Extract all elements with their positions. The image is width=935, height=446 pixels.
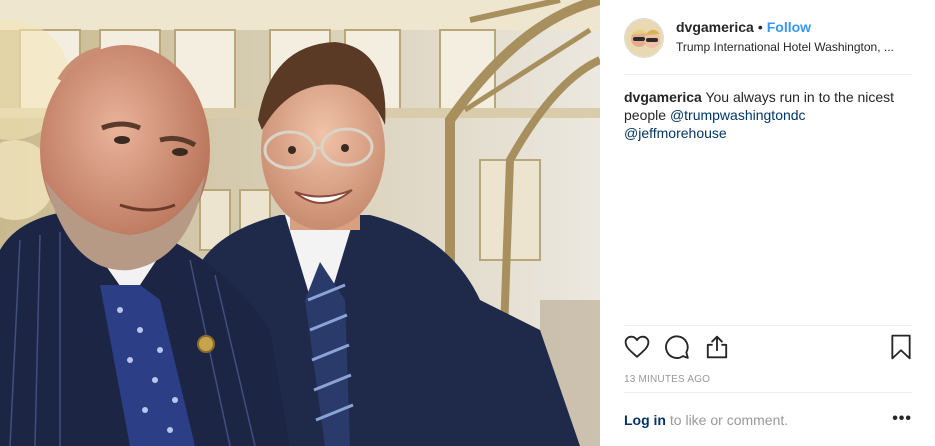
post-timestamp[interactable]: 13 MINUTES AGO bbox=[624, 374, 710, 385]
like-button[interactable] bbox=[624, 334, 650, 360]
login-row: Log in to like or comment. ••• bbox=[624, 410, 912, 428]
comment-button[interactable] bbox=[664, 334, 690, 360]
save-button[interactable] bbox=[888, 334, 914, 360]
post-photo[interactable] bbox=[0, 0, 600, 446]
selfie-image bbox=[0, 0, 600, 446]
login-link[interactable]: Log in bbox=[624, 412, 666, 428]
mention-link[interactable]: @jeffmorehouse bbox=[624, 125, 727, 141]
bookmark-icon bbox=[891, 334, 911, 360]
instagram-post: dvgamerica • Follow Trump International Ho… bbox=[0, 0, 935, 446]
login-prompt-text: to like or comment. bbox=[669, 412, 789, 428]
location-link[interactable]: Trump International Hotel Washington, ..… bbox=[676, 40, 916, 54]
separator-dot: • bbox=[757, 19, 763, 35]
follow-button[interactable]: Follow bbox=[767, 19, 811, 35]
post-caption: dvgamerica You always run in to the nice… bbox=[624, 88, 912, 142]
caption-username[interactable]: dvgamerica bbox=[624, 89, 702, 105]
post-sidebar: dvgamerica • Follow Trump International Ho… bbox=[600, 0, 935, 446]
username-row: dvgamerica • Follow bbox=[676, 19, 811, 35]
footer-divider bbox=[624, 392, 912, 393]
mention-link[interactable]: @trumpwashingtondc bbox=[670, 107, 806, 123]
more-options-button[interactable]: ••• bbox=[892, 410, 912, 428]
actions-divider bbox=[624, 325, 912, 326]
share-button[interactable] bbox=[704, 334, 730, 360]
share-icon bbox=[706, 335, 728, 359]
avatar-image bbox=[625, 19, 663, 57]
action-bar bbox=[624, 334, 912, 364]
header-divider bbox=[624, 74, 912, 75]
heart-icon bbox=[624, 335, 650, 358]
avatar[interactable] bbox=[624, 18, 664, 58]
header-username[interactable]: dvgamerica bbox=[676, 19, 754, 35]
comment-icon bbox=[665, 335, 689, 359]
post-header: dvgamerica • Follow Trump International Ho… bbox=[624, 16, 912, 60]
